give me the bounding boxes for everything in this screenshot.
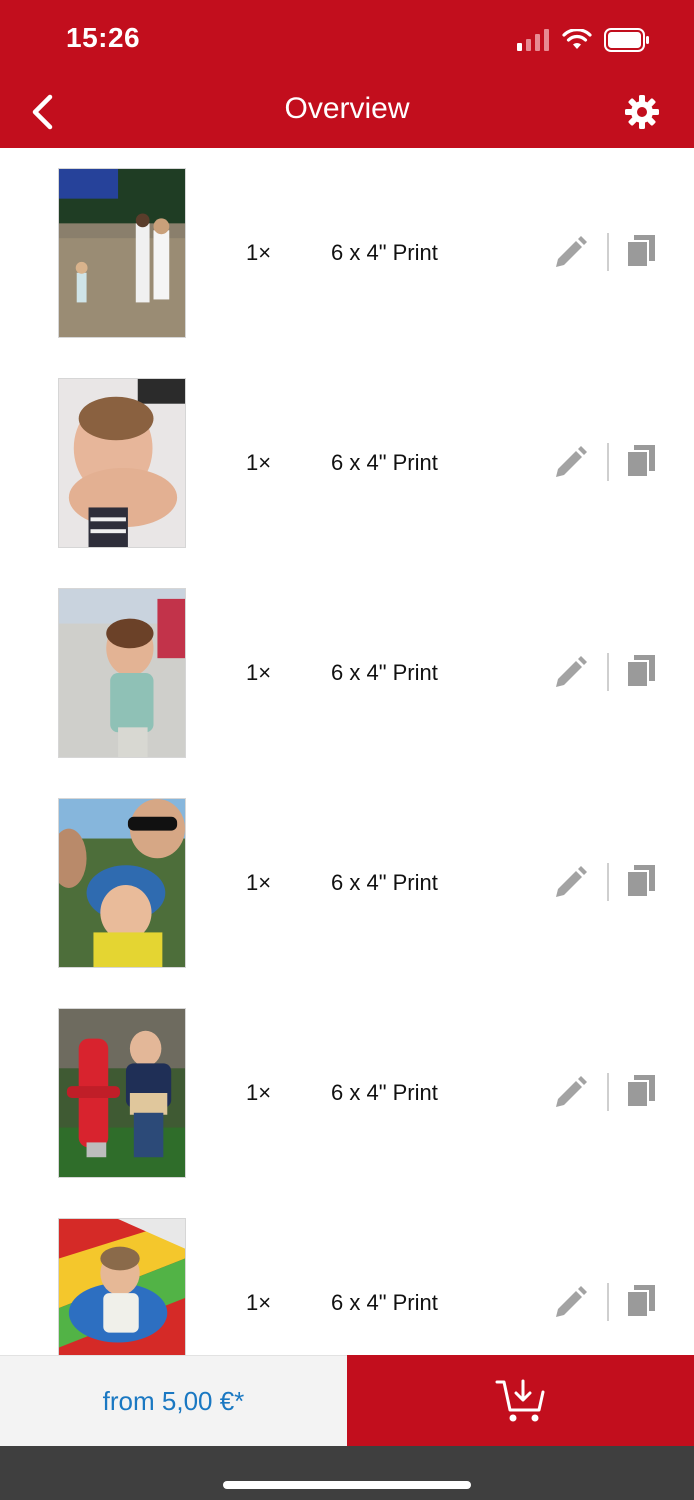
copy-button[interactable] bbox=[625, 653, 657, 689]
pencil-icon bbox=[556, 236, 587, 267]
list-item[interactable]: 1× 6 x 4" Print bbox=[0, 568, 694, 779]
app-header: 15:26 Overview bbox=[0, 0, 694, 148]
divider bbox=[607, 863, 609, 901]
copy-icon bbox=[626, 445, 655, 478]
copy-button[interactable] bbox=[625, 863, 657, 899]
home-indicator[interactable] bbox=[223, 1481, 471, 1489]
photo-thumbnail[interactable] bbox=[58, 378, 186, 548]
item-product: 6 x 4" Print bbox=[331, 660, 438, 685]
item-product: 6 x 4" Print bbox=[331, 870, 438, 895]
cart-download-icon bbox=[495, 1379, 544, 1421]
gear-icon bbox=[625, 95, 659, 129]
edit-button[interactable] bbox=[552, 233, 590, 271]
photo-thumbnail[interactable] bbox=[58, 798, 186, 968]
list-item[interactable]: 1× 6 x 4" Print bbox=[0, 148, 694, 359]
status-time: 15:26 bbox=[66, 22, 141, 53]
copy-icon bbox=[626, 865, 655, 898]
item-product: 6 x 4" Print bbox=[331, 240, 438, 265]
item-product: 6 x 4" Print bbox=[331, 450, 438, 475]
battery-icon bbox=[604, 28, 649, 52]
photo-thumbnail[interactable] bbox=[58, 588, 186, 758]
pencil-icon bbox=[556, 1286, 587, 1317]
copy-icon bbox=[626, 1075, 655, 1108]
divider bbox=[607, 1073, 609, 1111]
list-item[interactable]: 1× 6 x 4" Print bbox=[0, 778, 694, 989]
copy-icon bbox=[626, 235, 655, 268]
edit-button[interactable] bbox=[552, 863, 590, 901]
item-product: 6 x 4" Print bbox=[331, 1080, 438, 1105]
pencil-icon bbox=[556, 656, 587, 687]
status-icons bbox=[516, 24, 650, 56]
item-quantity: 1× bbox=[246, 1080, 272, 1105]
photo-thumbnail[interactable] bbox=[58, 168, 186, 338]
copy-icon bbox=[626, 655, 655, 688]
pencil-icon bbox=[556, 866, 587, 897]
divider bbox=[607, 443, 609, 481]
wifi-icon bbox=[562, 29, 592, 49]
item-quantity: 1× bbox=[246, 450, 272, 475]
settings-button[interactable] bbox=[624, 94, 660, 130]
signal-icon bbox=[517, 29, 549, 51]
copy-button[interactable] bbox=[625, 1073, 657, 1109]
divider bbox=[607, 653, 609, 691]
copy-icon bbox=[626, 1285, 655, 1318]
page-title: Overview bbox=[284, 92, 410, 125]
list-item[interactable]: 1× 6 x 4" Print bbox=[0, 988, 694, 1199]
item-quantity: 1× bbox=[246, 1290, 272, 1315]
list-item[interactable]: 1× 6 x 4" Print bbox=[0, 358, 694, 569]
copy-button[interactable] bbox=[625, 443, 657, 479]
order-items-list: 1× 6 x 4" Print 1× 6 x 4" Print 1× 6 x 4… bbox=[0, 148, 694, 1355]
pencil-icon bbox=[556, 1076, 587, 1107]
copy-button[interactable] bbox=[625, 1283, 657, 1319]
pencil-icon bbox=[556, 446, 587, 477]
item-product: 6 x 4" Print bbox=[331, 1290, 438, 1315]
home-bar-area bbox=[0, 1446, 694, 1500]
edit-button[interactable] bbox=[552, 653, 590, 691]
price-summary[interactable]: from 5,00 €* bbox=[0, 1355, 347, 1446]
copy-button[interactable] bbox=[625, 233, 657, 269]
divider bbox=[607, 233, 609, 271]
item-quantity: 1× bbox=[246, 660, 272, 685]
item-quantity: 1× bbox=[246, 240, 272, 265]
item-quantity: 1× bbox=[246, 870, 272, 895]
edit-button[interactable] bbox=[552, 1073, 590, 1111]
photo-thumbnail[interactable] bbox=[58, 1218, 186, 1355]
photo-thumbnail[interactable] bbox=[58, 1008, 186, 1178]
divider bbox=[607, 1283, 609, 1321]
edit-button[interactable] bbox=[552, 443, 590, 481]
list-item[interactable]: 1× 6 x 4" Print bbox=[0, 1198, 694, 1355]
edit-button[interactable] bbox=[552, 1283, 590, 1321]
add-to-cart-button[interactable] bbox=[347, 1355, 694, 1446]
